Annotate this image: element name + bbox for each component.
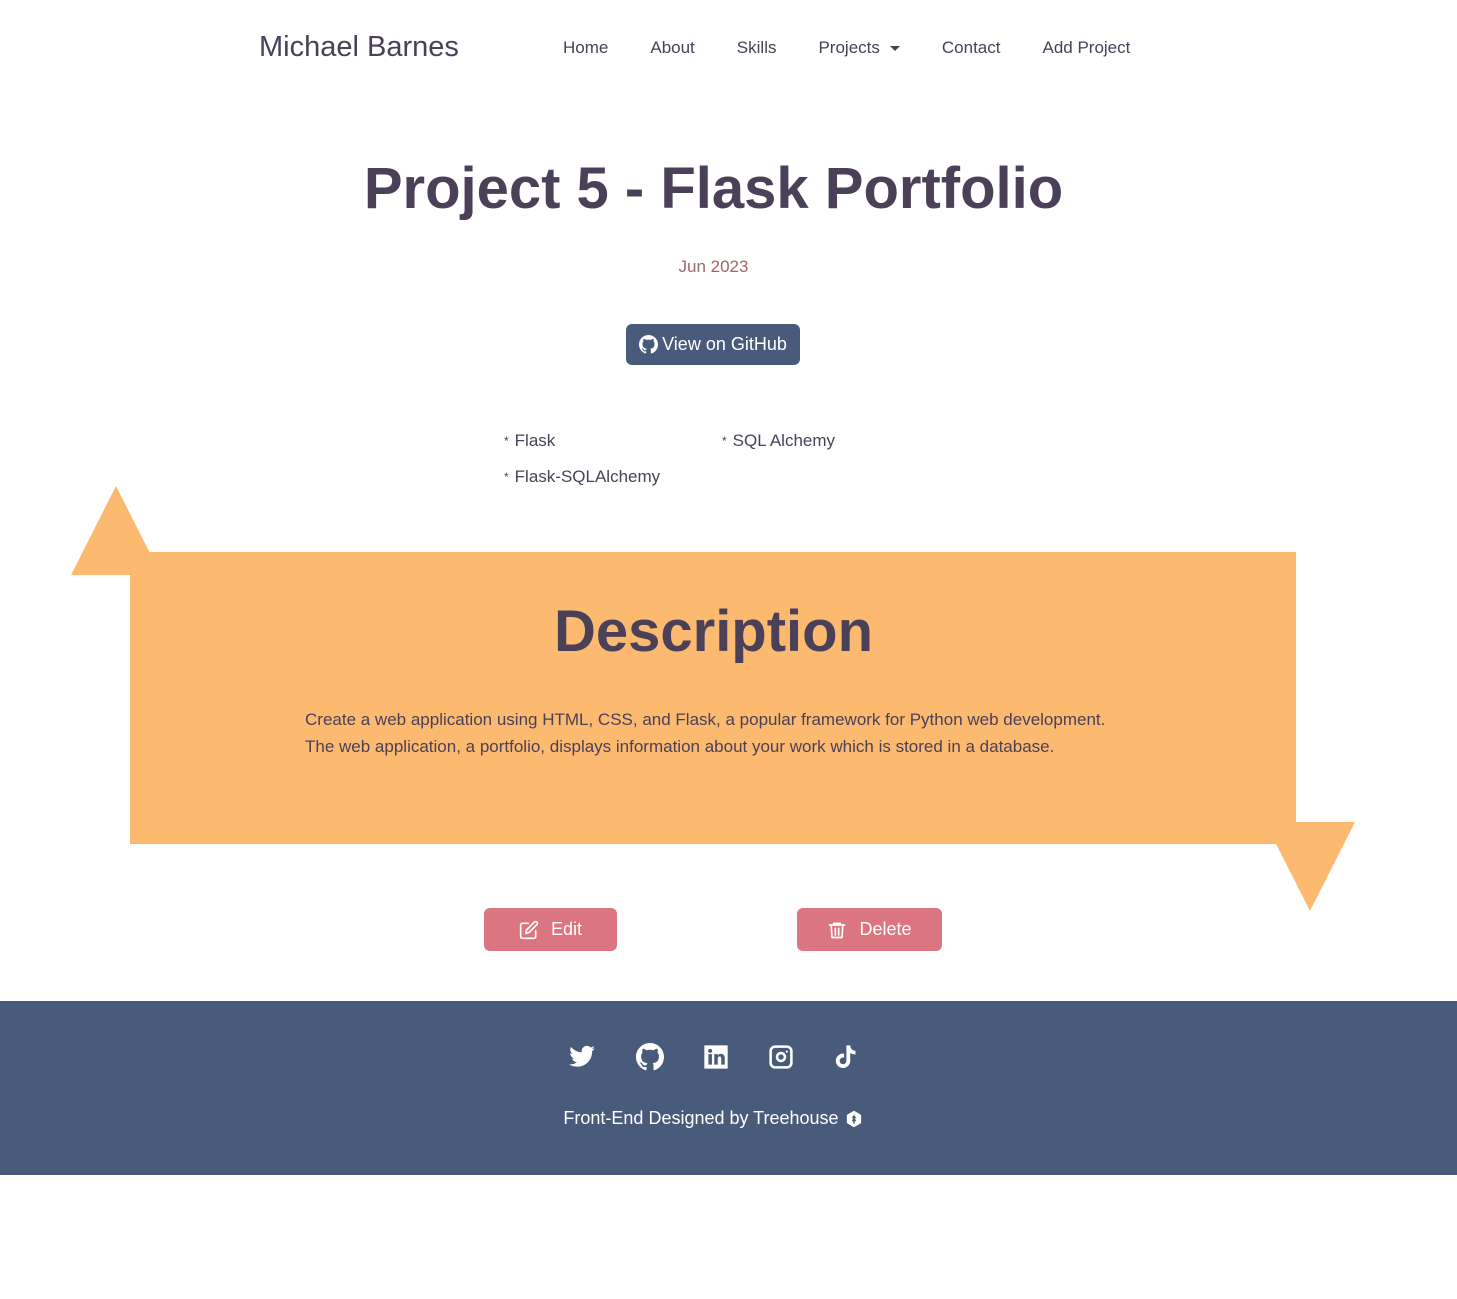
github-icon[interactable] <box>636 1043 664 1071</box>
skill-item: * Flask <box>504 431 555 451</box>
nav-projects-label: Projects <box>818 38 880 57</box>
nav-skills-link[interactable]: Skills <box>737 38 777 58</box>
footer-credit: Front-End Designed by Treehouse <box>0 1108 1426 1129</box>
github-button-label: View on GitHub <box>662 334 787 354</box>
instagram-icon[interactable] <box>767 1043 795 1071</box>
nav-contact-link[interactable]: Contact <box>942 38 1001 58</box>
project-date: Jun 2023 <box>678 257 749 276</box>
description-text: Create a web application using HTML, CSS… <box>305 710 1106 756</box>
trash-icon <box>829 922 846 938</box>
edit-button[interactable]: Edit <box>484 908 617 951</box>
view-on-github-button[interactable]: View on GitHub <box>626 324 800 365</box>
linkedin-icon[interactable] <box>702 1043 730 1071</box>
brand-link[interactable]: Michael Barnes <box>259 31 459 64</box>
nav-add-project-link[interactable]: Add Project <box>1042 38 1130 58</box>
asterisk-icon: * <box>504 434 509 448</box>
nav-home-link[interactable]: Home <box>563 38 608 58</box>
skill-label: Flask-SQLAlchemy <box>514 467 661 486</box>
treehouse-icon <box>846 1110 861 1127</box>
asterisk-icon: * <box>722 434 727 448</box>
nav-links: Home About Skills Projects Contact Add P… <box>563 38 1172 58</box>
description-panel <box>130 552 1296 844</box>
footer: Front-End Designed by Treehouse <box>0 1001 1457 1175</box>
nav-about-link[interactable]: About <box>650 38 694 58</box>
credit-text: Front-End Designed by Treehouse <box>563 1108 839 1128</box>
skill-label: Flask <box>514 431 556 450</box>
tiktok-icon[interactable] <box>831 1043 859 1071</box>
nav-projects-dropdown[interactable]: Projects <box>818 38 900 58</box>
description-heading: Description <box>553 599 874 664</box>
caret-down-icon <box>889 45 900 51</box>
skill-label: SQL Alchemy <box>732 431 836 450</box>
asterisk-icon: * <box>504 470 509 484</box>
skill-item: * Flask-SQLAlchemy <box>504 467 660 487</box>
delete-button-label: Delete <box>859 919 912 939</box>
skill-item: * SQL Alchemy <box>722 431 835 451</box>
twitter-icon[interactable] <box>568 1043 596 1071</box>
delete-button[interactable]: Delete <box>797 908 942 951</box>
edit-button-label: Edit <box>550 919 583 939</box>
navbar: Michael Barnes Home About Skills Project… <box>0 0 1457 98</box>
project-title: Project 5 - Flask Portfolio <box>363 156 1064 221</box>
edit-icon <box>519 920 539 939</box>
github-icon <box>639 335 659 354</box>
